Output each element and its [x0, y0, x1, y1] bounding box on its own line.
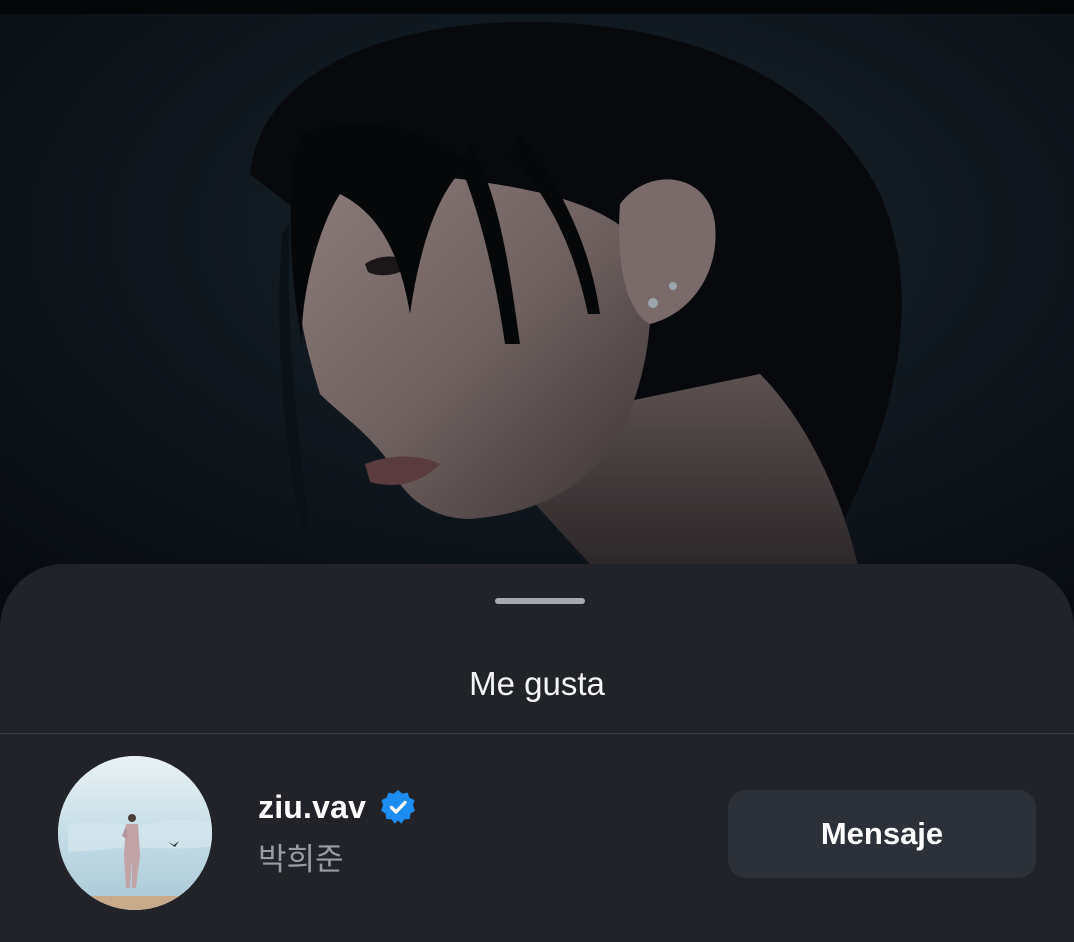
- message-button[interactable]: Mensaje: [728, 790, 1036, 878]
- likes-screen: Me gusta ziu.vav 박희준 Mensaje: [0, 0, 1074, 942]
- avatar[interactable]: [58, 756, 212, 910]
- sheet-title: Me gusta: [469, 665, 605, 702]
- likes-sheet: Me gusta ziu.vav 박희준 Mensaje: [0, 564, 1074, 942]
- full-name: 박희준: [258, 842, 344, 878]
- user-info[interactable]: ziu.vav 박희준: [258, 786, 416, 879]
- post-photo: [0, 14, 1074, 634]
- liker-row[interactable]: ziu.vav 박희준 Mensaje: [0, 734, 1074, 942]
- username-line: ziu.vav: [258, 786, 416, 828]
- status-strip: [0, 0, 1074, 14]
- drag-handle-icon[interactable]: [495, 598, 585, 604]
- username[interactable]: ziu.vav: [258, 789, 366, 826]
- verified-badge-icon: [380, 789, 416, 825]
